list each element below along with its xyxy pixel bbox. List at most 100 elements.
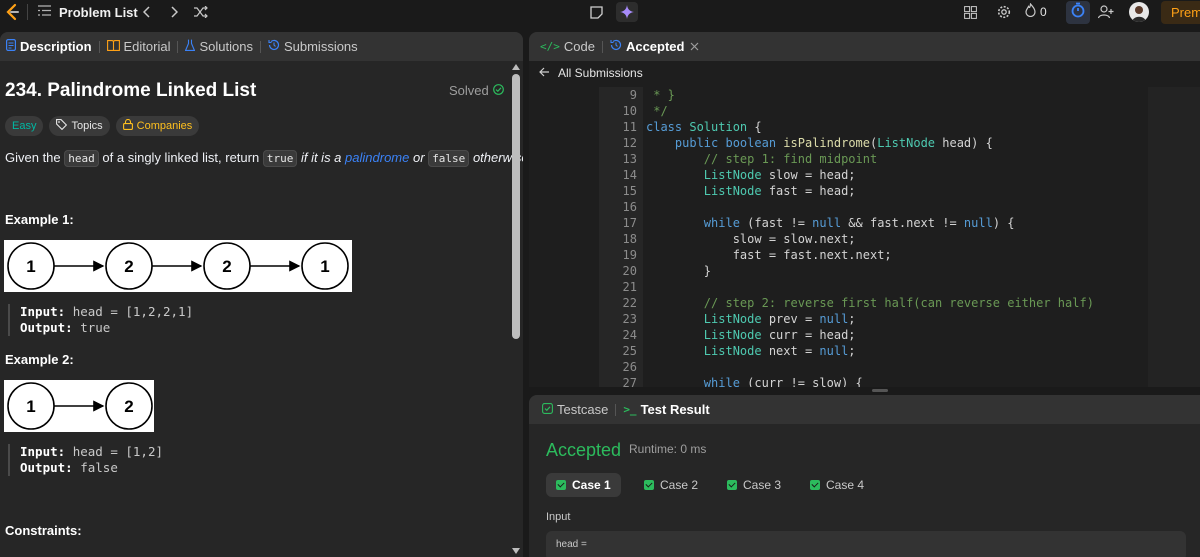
panel-resize-handle[interactable]	[872, 389, 888, 392]
description-text: Given the	[5, 150, 61, 165]
input-label: Input:	[20, 444, 66, 459]
prev-problem-button[interactable]	[139, 3, 155, 21]
list-icon	[38, 3, 51, 21]
case-1-tab[interactable]: Case 1	[546, 473, 621, 497]
runtime-text: Runtime: 0 ms	[629, 442, 707, 456]
line-number: 18	[622, 232, 637, 246]
tab-description[interactable]: Description	[3, 39, 95, 54]
flask-icon	[185, 39, 196, 54]
streak-counter[interactable]: 0	[1025, 2, 1047, 22]
leetcode-logo-icon[interactable]	[2, 2, 22, 22]
example-1-io: Input: head = [1,2,2,1] Output: true	[8, 304, 193, 336]
constraints-heading: Constraints:	[5, 523, 82, 538]
line-number: 10	[622, 104, 637, 118]
code-line: ListNode fast = head;	[703, 184, 856, 198]
code-line: // step 2: reverse first half(can revers…	[703, 296, 1094, 310]
line-number: 13	[622, 152, 637, 166]
shuffle-icon[interactable]	[192, 3, 210, 21]
code-brackets-icon: </>	[540, 40, 560, 53]
case-2-tab[interactable]: Case 2	[634, 473, 708, 497]
tab-editorial[interactable]: Editorial	[104, 39, 174, 54]
difficulty-badge: Easy	[5, 116, 44, 136]
line-number: 24	[622, 328, 637, 342]
tab-solutions[interactable]: Solutions	[182, 39, 255, 54]
problem-list-button[interactable]: Problem List	[38, 2, 138, 22]
list-node-value: 1	[320, 257, 329, 276]
topics-button[interactable]: Topics	[49, 116, 110, 136]
tab-code-label: Code	[563, 39, 595, 54]
companies-button[interactable]: Companies	[115, 116, 200, 136]
tab-description-label: Description	[20, 39, 92, 54]
tab-accepted[interactable]: Accepted	[607, 39, 703, 54]
premium-label: Prem	[1171, 5, 1200, 20]
line-number: 21	[622, 280, 637, 294]
code-line: // step 1: find midpoint	[703, 152, 878, 166]
premium-button[interactable]: Prem	[1161, 1, 1200, 24]
description-scrollbar[interactable]	[511, 62, 521, 557]
output-label: Output:	[20, 320, 73, 335]
back-arrow-icon	[539, 66, 550, 80]
topics-label: Topics	[71, 120, 103, 132]
example-2-diagram: 1 2	[4, 380, 154, 432]
scroll-up-arrow-icon[interactable]	[512, 64, 520, 70]
avatar[interactable]	[1129, 2, 1149, 22]
code-line: slow = slow.next;	[646, 232, 856, 246]
example-1-diagram: 1 2 2 1	[4, 240, 352, 292]
layout-icon[interactable]	[961, 3, 979, 21]
timer-button[interactable]	[1066, 1, 1090, 24]
line-number: 9	[629, 88, 637, 102]
tag-row: Easy Topics Companies	[5, 116, 200, 136]
case-4-tab[interactable]: Case 4	[800, 473, 874, 497]
example-2-heading: Example 2:	[5, 352, 74, 367]
tab-divider	[615, 403, 617, 416]
scroll-down-arrow-icon[interactable]	[512, 548, 520, 554]
result-status: Accepted	[546, 440, 622, 460]
tab-submissions-label: Submissions	[283, 39, 358, 54]
line-number: 27	[622, 376, 637, 387]
case-label: Case 2	[660, 478, 699, 492]
tab-accepted-label: Accepted	[625, 39, 685, 54]
list-node-value: 2	[222, 257, 231, 276]
ai-sparkle-icon[interactable]	[616, 2, 638, 22]
tab-editorial-label: Editorial	[123, 39, 171, 54]
tab-code[interactable]: </> Code	[537, 39, 598, 54]
check-icon	[644, 480, 654, 490]
line-number: 26	[622, 360, 637, 374]
notes-icon[interactable]	[586, 2, 606, 22]
input-value: head = [1,2]	[72, 444, 163, 459]
flame-icon	[1025, 2, 1036, 22]
code-line: */	[646, 104, 668, 118]
code-editor[interactable]: 9 10 11 12 13 14 15 16 17 18 19 20 21 22 23 24 25 26 27 * …	[529, 87, 1200, 387]
code-panel: </> Code Accepted All Submissions 9 10 11 1…	[529, 32, 1200, 387]
tab-testcase[interactable]: Testcase	[539, 402, 611, 417]
scrollbar-thumb[interactable]	[512, 74, 520, 339]
code-line: * }	[646, 88, 675, 102]
tab-solutions-label: Solutions	[199, 39, 253, 54]
solved-status: Solved	[449, 83, 504, 98]
case-3-tab[interactable]: Case 3	[717, 473, 791, 497]
stopwatch-icon	[1071, 2, 1085, 23]
next-problem-button[interactable]	[166, 3, 182, 21]
close-icon[interactable]	[690, 39, 699, 54]
description-icon	[6, 39, 17, 54]
list-node-value: 1	[26, 257, 35, 276]
output-value: true	[80, 320, 111, 335]
code-line: while (fast != null && fast.next != null…	[703, 216, 1015, 230]
input-label: Input	[546, 511, 571, 523]
list-node-value: 1	[26, 397, 35, 416]
palindrome-link[interactable]: palindrome	[345, 150, 409, 165]
description-text: or	[413, 150, 425, 165]
description-tab-bar: Description Editorial Solutions Submissi…	[0, 32, 523, 61]
editor-minimap	[1148, 87, 1200, 387]
tab-submissions[interactable]: Submissions	[265, 39, 361, 54]
settings-gear-icon[interactable]	[995, 3, 1013, 21]
input-value-box: head =	[546, 531, 1186, 557]
code-line: ListNode curr = head;	[703, 328, 856, 342]
code-line: fast = fast.next.next;	[646, 248, 892, 262]
add-friend-icon[interactable]	[1096, 3, 1116, 21]
companies-label: Companies	[136, 120, 193, 132]
all-submissions-link[interactable]: All Submissions	[539, 66, 643, 80]
all-submissions-label: All Submissions	[558, 66, 643, 80]
tab-test-result[interactable]: >_ Test Result	[620, 402, 712, 417]
top-bar: Problem List 0 Prem	[0, 0, 1200, 25]
